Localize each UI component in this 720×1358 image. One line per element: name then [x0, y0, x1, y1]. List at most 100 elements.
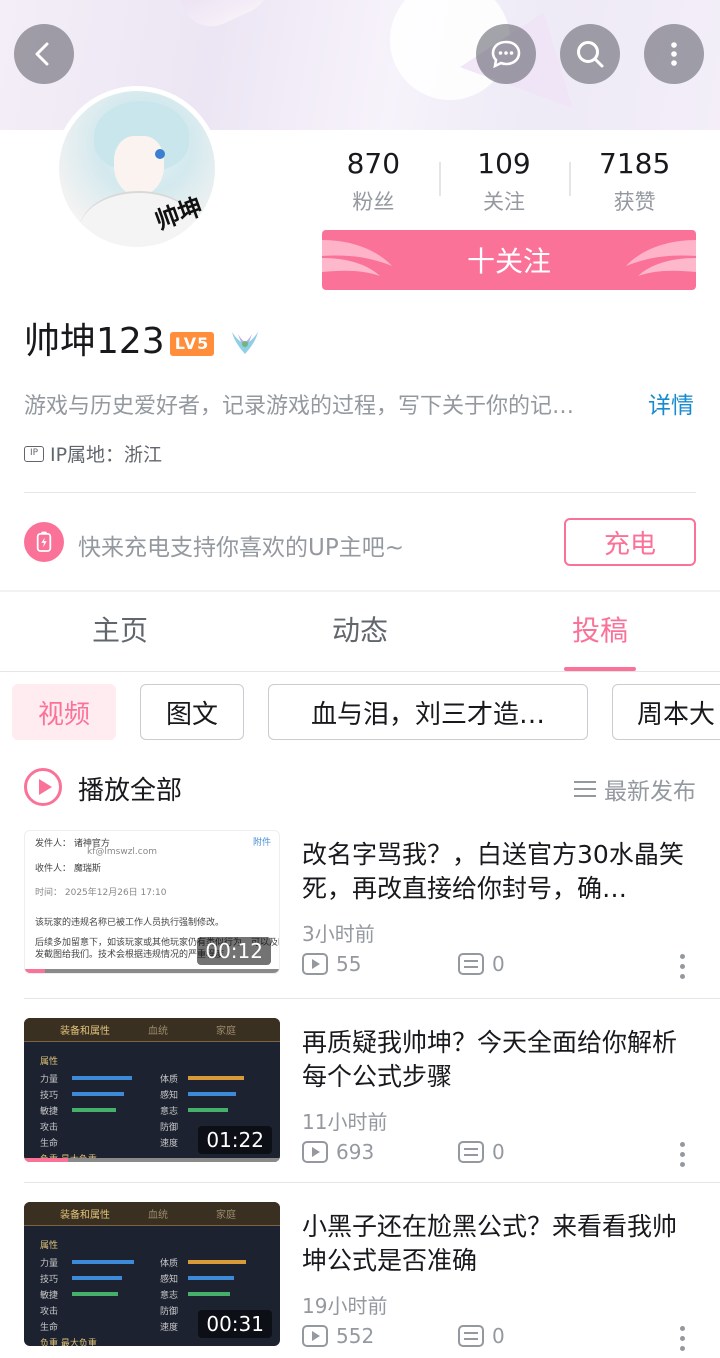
play-count: 552 [302, 1324, 374, 1348]
back-button[interactable] [14, 24, 74, 84]
video-title[interactable]: 再质疑我帅坤？今天全面给你解析每个公式步骤 [302, 1026, 696, 1094]
video-item[interactable]: 装备和属性 血统 家庭 属性 力量 技巧 敏捷 攻击 生命 负重 最大负重 体质… [24, 1202, 696, 1358]
thumbnail-text: 收件人： 魔瑞斯 [35, 864, 101, 874]
thumbnail-text: 时间： 2025年12月26日 17:10 [35, 888, 167, 898]
video-item[interactable]: 发件人： 诸神官方 kf@lmswzl.com 收件人： 魔瑞斯 时间： 202… [24, 830, 696, 990]
thumbnail-text: 感知 [160, 1275, 179, 1285]
play-all-button[interactable]: 播放全部 [78, 770, 182, 807]
play-count-icon [302, 1141, 328, 1163]
video-thumbnail[interactable]: 装备和属性 血统 家庭 属性 力量 技巧 敏捷 攻击 生命 负重 最大负重 体质… [24, 1202, 280, 1346]
ip-icon: IP [24, 445, 44, 462]
play-count-value: 55 [336, 952, 362, 976]
sort-selector[interactable]: 最新发布 [574, 772, 696, 806]
thumbnail-text: 该玩家的违规名称已被工作人员执行强制修改。 [35, 918, 225, 928]
stat-label: 粉丝 [352, 190, 395, 214]
thumbnail-text: 家庭 [216, 1026, 236, 1037]
chip-video[interactable]: 视频 [12, 684, 116, 740]
list-icon [574, 781, 596, 797]
charge-row: 快来充电支持你喜欢的UP主吧~ 充电 [24, 518, 696, 566]
search-button[interactable] [560, 24, 620, 84]
thumbnail-text: 生命 [40, 1323, 59, 1333]
tab-home[interactable]: 主页 [0, 592, 240, 671]
thumbnail-text: kf@lmswzl.com [87, 847, 158, 857]
video-stats: 693 0 [302, 1140, 696, 1168]
thumbnail-text: 攻击 [40, 1307, 59, 1317]
thumbnail-text: 感知 [160, 1091, 179, 1101]
chip-image-text[interactable]: 图文 [140, 684, 244, 740]
thumbnail-text: 速度 [160, 1139, 179, 1149]
chat-bubble-icon [491, 40, 521, 69]
danmaku-icon [458, 1141, 484, 1163]
stat-likes[interactable]: 7185 获赞 [569, 148, 700, 216]
divider [24, 1182, 720, 1183]
thumbnail-text: 血统 [148, 1210, 168, 1221]
video-stats: 55 0 [302, 952, 696, 980]
play-circle-icon[interactable] [24, 768, 62, 806]
watch-progress [24, 1158, 280, 1162]
decoration-badge-icon[interactable] [228, 326, 262, 360]
user-name: 帅坤123 [24, 321, 165, 362]
stat-fans[interactable]: 870 粉丝 [308, 148, 439, 216]
video-title[interactable]: 改名字骂我？，白送官方30水晶笑死，再改直接给你封号，确… [302, 838, 696, 906]
thumbnail-text: 敏捷 [40, 1291, 59, 1301]
chip-collection[interactable]: 血与泪，刘三才造… [268, 684, 588, 740]
thumbnail-text: 装备和属性 [60, 1210, 110, 1221]
wing-decoration-icon [322, 240, 392, 276]
user-bio: 游戏与历史爱好者，记录游戏的过程，写下关于你的记… [24, 394, 575, 419]
follow-button[interactable]: 十关注 [322, 230, 696, 290]
thumbnail-text: 发截图给我们。技术会根据违规情况的严重程度 [35, 950, 225, 960]
stat-label: 关注 [483, 190, 525, 214]
avatar[interactable]: 帅坤 [54, 86, 220, 252]
banner-decoration [171, 0, 279, 37]
thumbnail-text: 力量 [40, 1259, 59, 1269]
thumbnail-text: 体质 [160, 1259, 179, 1269]
sort-label: 最新发布 [604, 779, 696, 805]
more-button[interactable] [644, 24, 704, 84]
thumbnail-text: 敏捷 [40, 1107, 59, 1117]
stat-value: 7185 [599, 147, 671, 180]
play-count: 55 [302, 952, 361, 976]
stat-label: 获赞 [613, 190, 656, 214]
video-time: 19小时前 [302, 1294, 388, 1318]
thumbnail-text: 体质 [160, 1075, 179, 1085]
tab-uploads[interactable]: 投稿 [480, 592, 720, 671]
charge-button[interactable]: 充电 [564, 518, 696, 566]
bio-details-link[interactable]: 详情 [648, 386, 694, 420]
search-icon [577, 41, 604, 68]
level-badge: LV5 [170, 332, 214, 356]
thumbnail-text: 力量 [40, 1075, 59, 1085]
divider [24, 998, 720, 999]
video-item[interactable]: 装备和属性 血统 家庭 属性 力量 技巧 敏捷 攻击 生命 负重 最大负重 体质… [24, 1018, 696, 1178]
message-button[interactable] [476, 24, 536, 84]
more-vertical-icon[interactable] [680, 954, 686, 980]
danmaku-count: 0 [458, 1140, 505, 1164]
stat-value: 870 [346, 147, 401, 180]
stat-following[interactable]: 109 关注 [438, 148, 570, 216]
more-vertical-icon [671, 42, 677, 66]
charge-prompt: 快来充电支持你喜欢的UP主吧~ [78, 535, 404, 561]
thumbnail-text: 装备和属性 [60, 1026, 110, 1037]
tab-dynamics[interactable]: 动态 [240, 592, 480, 671]
video-title[interactable]: 小黑子还在尬黑公式？来看看我帅坤公式是否准确 [302, 1210, 696, 1278]
more-vertical-icon[interactable] [680, 1326, 686, 1352]
danmaku-count-value: 0 [492, 1140, 505, 1164]
thumbnail-text: 属性 [40, 1241, 59, 1251]
play-count: 693 [302, 1140, 374, 1164]
chip-collection[interactable]: 周本大 [612, 684, 720, 740]
play-all-row: 播放全部 最新发布 [24, 764, 696, 812]
watch-progress [25, 969, 279, 973]
danmaku-icon [458, 953, 484, 975]
thumbnail-header: 装备和属性 血统 家庭 [24, 1018, 280, 1042]
thumbnail-header: 装备和属性 血统 家庭 [24, 1202, 280, 1226]
thumbnail-text: 技巧 [40, 1275, 59, 1285]
profile-stats: 870 粉丝 109 关注 7185 获赞 [308, 148, 700, 216]
video-thumbnail[interactable]: 发件人： 诸神官方 kf@lmswzl.com 收件人： 魔瑞斯 时间： 202… [24, 830, 280, 974]
thumbnail-text: 属性 [40, 1057, 59, 1067]
more-vertical-icon[interactable] [680, 1142, 686, 1168]
thumbnail-text: 意志 [160, 1291, 179, 1301]
play-count-value: 552 [336, 1324, 375, 1348]
thumbnail-text: 负重 最大负重 [40, 1339, 97, 1346]
video-thumbnail[interactable]: 装备和属性 血统 家庭 属性 力量 技巧 敏捷 攻击 生命 负重 最大负重 体质… [24, 1018, 280, 1162]
thumbnail-text: 家庭 [216, 1210, 236, 1221]
video-duration: 00:31 [198, 1310, 272, 1338]
